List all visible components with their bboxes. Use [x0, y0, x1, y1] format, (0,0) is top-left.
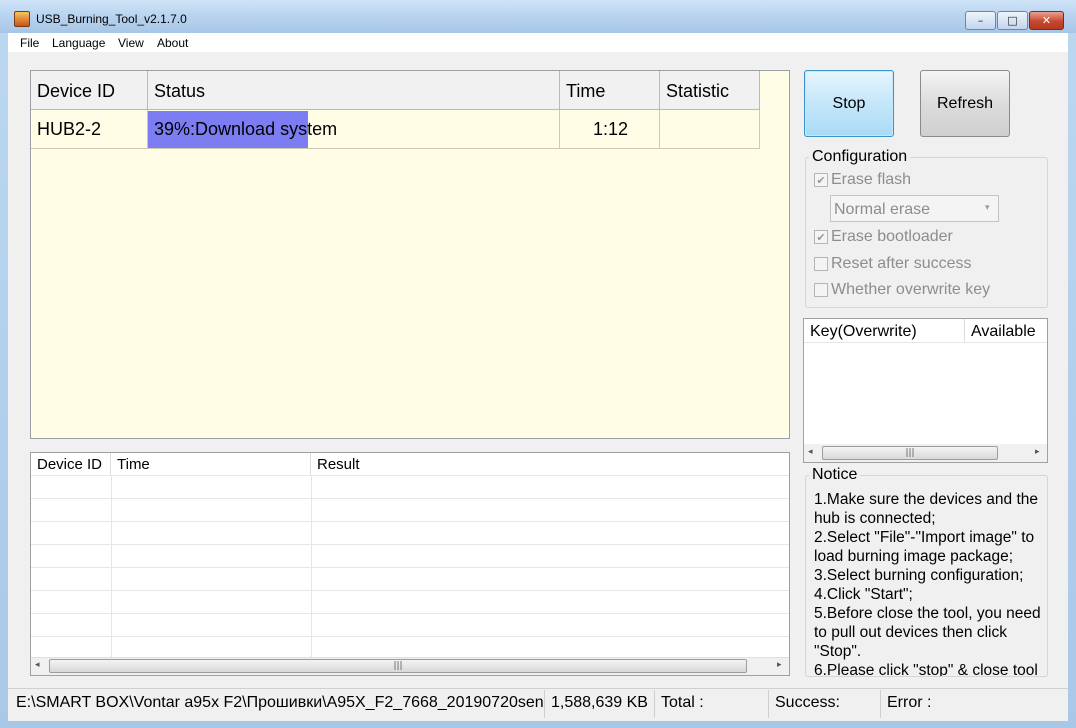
close-button[interactable]: ✕: [1029, 11, 1064, 30]
success-count: Success:: [769, 690, 881, 718]
image-path: E:\SMART BOX\Vontar a95x F2\Прошивки\A95…: [10, 690, 545, 718]
res-col-result[interactable]: Result: [311, 453, 789, 475]
reset-after-success-checkbox[interactable]: [814, 257, 828, 271]
error-count: Error :: [887, 694, 932, 711]
res-row-line: [31, 544, 789, 545]
notice-text: 1.Make sure the devices and the hub is c…: [814, 490, 1050, 676]
minimize-button[interactable]: –: [965, 11, 996, 30]
col-time[interactable]: Time: [560, 71, 660, 110]
app-icon: [14, 11, 30, 27]
res-row-line: [31, 613, 789, 614]
chevron-down-icon[interactable]: ▾: [985, 203, 990, 213]
cell-status[interactable]: 39%:Download system: [148, 110, 560, 149]
refresh-button[interactable]: Refresh: [920, 70, 1010, 137]
erase-flash-label[interactable]: Erase flash: [831, 171, 911, 189]
cell-statistic[interactable]: [660, 110, 760, 149]
col-status[interactable]: Status: [148, 71, 560, 110]
result-scroll-thumb[interactable]: |||: [49, 659, 747, 673]
window-title: USB_Burning_Tool_v2.1.7.0: [36, 12, 187, 26]
res-col-line: [111, 475, 112, 657]
image-size: 1,588,639 KB: [545, 690, 655, 718]
stop-button[interactable]: Stop: [804, 70, 894, 137]
result-table[interactable]: [30, 452, 790, 676]
scroll-left-icon[interactable]: ◂: [35, 660, 40, 670]
overwrite-key-label[interactable]: Whether overwrite key: [831, 281, 990, 299]
notice-line: 5.Before close the tool, you need to pul…: [814, 605, 1045, 660]
res-row-line: [31, 475, 789, 476]
menu-file[interactable]: File: [20, 36, 39, 50]
notice-title: Notice: [809, 466, 861, 484]
col-statistic[interactable]: Statistic: [660, 71, 760, 110]
scroll-right-icon[interactable]: ▸: [1035, 447, 1040, 457]
reset-after-success-label[interactable]: Reset after success: [831, 255, 972, 273]
res-col-device-id[interactable]: Device ID: [31, 453, 111, 475]
res-col-line: [311, 475, 312, 657]
maximize-button[interactable]: □: [997, 11, 1028, 30]
total-count: Total :: [655, 690, 769, 718]
check-icon: ✔: [816, 174, 826, 187]
cell-device-id[interactable]: HUB2-2: [31, 110, 148, 149]
menu-about[interactable]: About: [157, 36, 188, 50]
scroll-right-icon[interactable]: ▸: [777, 660, 782, 670]
configuration-title: Configuration: [809, 148, 911, 166]
notice-line: 6.Please click "stop" & close tool: [814, 662, 1038, 676]
res-col-time[interactable]: Time: [111, 453, 311, 475]
erase-bootloader-label[interactable]: Erase bootloader: [831, 228, 953, 246]
overwrite-key-checkbox[interactable]: [814, 283, 828, 297]
res-row-line: [31, 521, 789, 522]
erase-flash-checkbox[interactable]: ✔: [814, 173, 828, 187]
col-device-id[interactable]: Device ID: [31, 71, 148, 110]
notice-line: 3.Select burning configuration;: [814, 567, 1024, 584]
scroll-left-icon[interactable]: ◂: [808, 447, 813, 457]
res-row-line: [31, 590, 789, 591]
res-row-line: [31, 567, 789, 568]
erase-mode-select[interactable]: Normal erase: [830, 195, 999, 222]
key-scroll-thumb[interactable]: |||: [822, 446, 998, 460]
menu-view[interactable]: View: [118, 36, 144, 50]
notice-line: 1.Make sure the devices and the hub is c…: [814, 491, 1043, 527]
erase-bootloader-checkbox[interactable]: ✔: [814, 230, 828, 244]
key-col-available[interactable]: Available: [965, 319, 1047, 343]
res-row-line: [31, 636, 789, 637]
cell-time[interactable]: 1:12: [560, 110, 660, 149]
res-row-line: [31, 498, 789, 499]
menu-language[interactable]: Language: [52, 36, 105, 50]
notice-line: 4.Click "Start";: [814, 586, 913, 603]
notice-line: 2.Select "File"-"Import image" to load b…: [814, 529, 1039, 565]
key-col-key[interactable]: Key(Overwrite): [804, 319, 965, 343]
check-icon: ✔: [816, 231, 826, 244]
